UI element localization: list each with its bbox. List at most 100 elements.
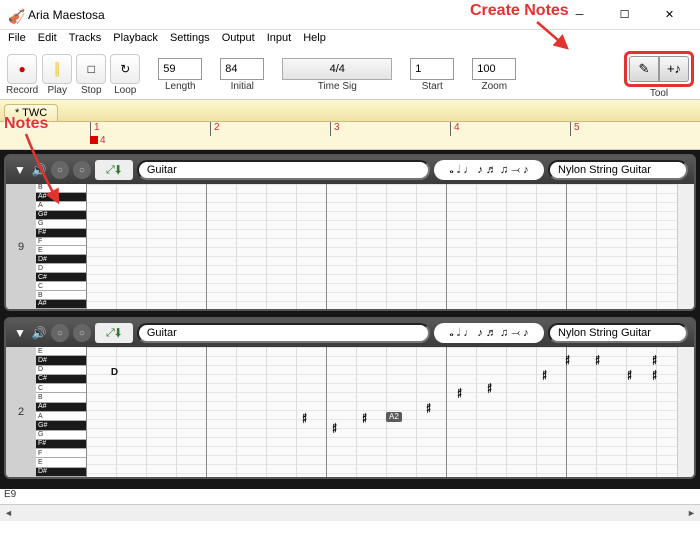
menu-edit[interactable]: Edit [38, 32, 57, 48]
vertical-scrollbar[interactable] [677, 184, 694, 309]
piano-key[interactable]: D [36, 366, 86, 375]
solo-button[interactable]: ○ [73, 161, 91, 179]
fit-button[interactable]: ⤢⬇ [95, 323, 133, 343]
piano-key[interactable]: D# [36, 356, 86, 365]
add-note-tool-button[interactable]: +♪ [659, 56, 689, 82]
note-event[interactable]: 𝄰 [456, 387, 463, 397]
note-event[interactable]: 𝄰 [626, 369, 633, 379]
piano-key[interactable]: B [36, 184, 86, 193]
loop-button[interactable]: ↻ [110, 54, 140, 84]
piano-key[interactable]: D# [36, 255, 86, 264]
note-event[interactable]: 𝄰 [425, 402, 432, 412]
note-duration-picker[interactable]: 𝅝 𝅗𝅥 ♩ ♪ ♬ ♫ ⤙ ♪ [434, 323, 544, 343]
scroll-left-icon[interactable]: ◄ [0, 505, 17, 522]
track-name-input[interactable] [137, 160, 430, 180]
scroll-right-icon[interactable]: ► [683, 505, 700, 522]
menu-playback[interactable]: Playback [113, 32, 158, 48]
record-label: Record [6, 85, 38, 96]
menu-input[interactable]: Input [267, 32, 291, 48]
maximize-button[interactable]: ☐ [602, 0, 647, 30]
note-event[interactable]: 𝄰 [486, 382, 493, 392]
note-event[interactable]: A2 [386, 412, 402, 422]
piano-roll-side: 9 B A# A G# G F# F E D# D C# C B A# [6, 184, 86, 309]
vertical-scrollbar[interactable] [677, 347, 694, 477]
horizontal-scrollbar[interactable]: ◄ ► [0, 504, 700, 521]
piano-key[interactable]: A# [36, 193, 86, 202]
piano-key[interactable]: C [36, 282, 86, 291]
timeline-ruler[interactable]: 1 2 3 4 5 4 [0, 122, 700, 150]
menubar: File Edit Tracks Playback Settings Outpu… [0, 30, 700, 50]
track-body: 9 B A# A G# G F# F E D# D C# C B A# [6, 184, 694, 309]
piano-keys[interactable]: B A# A G# G F# F E D# D C# C B A# [36, 184, 86, 309]
note-event[interactable]: D [111, 367, 118, 377]
octave-label: 2 [6, 347, 36, 477]
menu-help[interactable]: Help [303, 32, 326, 48]
piano-roll-side: 2 E D# D C# C B A# A G# G F# F E D# [6, 347, 86, 477]
piano-key[interactable]: G# [36, 211, 86, 220]
solo-button[interactable]: ○ [73, 324, 91, 342]
note-event[interactable]: 𝄰 [651, 369, 658, 379]
piano-key[interactable]: F [36, 449, 86, 458]
track-name-input[interactable] [137, 323, 430, 343]
piano-key[interactable]: A# [36, 403, 86, 412]
document-tab[interactable]: * TWC [4, 104, 58, 121]
piano-key[interactable]: G [36, 431, 86, 440]
zoom-input[interactable] [472, 58, 516, 80]
mute-button[interactable]: ○ [51, 324, 69, 342]
stop-button[interactable]: □ [76, 54, 106, 84]
note-grid[interactable] [86, 184, 677, 309]
collapse-icon[interactable]: ▼ [12, 326, 28, 340]
note-event[interactable]: 𝄰 [651, 354, 658, 364]
piano-key[interactable]: F# [36, 229, 86, 238]
close-button[interactable]: ✕ [647, 0, 692, 30]
piano-key[interactable]: D# [36, 468, 86, 477]
note-event[interactable]: 𝄰 [564, 354, 571, 364]
mute-button[interactable]: ○ [51, 161, 69, 179]
piano-key[interactable]: G [36, 220, 86, 229]
piano-key[interactable]: E [36, 458, 86, 467]
fit-button[interactable]: ⤢⬇ [95, 160, 133, 180]
piano-keys[interactable]: E D# D C# C B A# A G# G F# F E D# [36, 347, 86, 477]
speaker-icon[interactable]: 🔊 [32, 163, 47, 177]
piano-key[interactable]: E [36, 246, 86, 255]
piano-key[interactable]: C# [36, 273, 86, 282]
minimize-button[interactable]: ─ [557, 0, 602, 30]
piano-key[interactable]: B [36, 393, 86, 402]
instrument-select[interactable] [548, 323, 688, 343]
length-input[interactable] [158, 58, 202, 80]
piano-key[interactable]: E [36, 347, 86, 356]
menu-file[interactable]: File [8, 32, 26, 48]
menu-output[interactable]: Output [222, 32, 255, 48]
play-button[interactable]: ║ [42, 54, 72, 84]
note-grid[interactable]: D 𝄰 𝄰 𝄰 A2 𝄰 𝄰 𝄰 𝄰 𝄰 𝄰 𝄰 𝄰 𝄰 [86, 347, 677, 477]
zoom-label: Zoom [481, 81, 507, 92]
instrument-select[interactable] [548, 160, 688, 180]
initial-input[interactable] [220, 58, 264, 80]
timesig-button[interactable]: 4/4 [282, 58, 392, 80]
note-event[interactable]: 𝄰 [301, 412, 308, 422]
piano-key[interactable]: F [36, 238, 86, 247]
piano-key[interactable]: A [36, 412, 86, 421]
tool-label: Tool [650, 88, 668, 99]
note-event[interactable]: 𝄰 [541, 369, 548, 379]
pencil-tool-button[interactable]: ✎ [629, 56, 659, 82]
note-duration-picker[interactable]: 𝅝 𝅗𝅥 ♩ ♪ ♬ ♫ ⤙ ♪ [434, 160, 544, 180]
piano-key[interactable]: B [36, 291, 86, 300]
record-button[interactable]: ● [7, 54, 37, 84]
note-event[interactable]: 𝄰 [361, 412, 368, 422]
note-event[interactable]: 𝄰 [594, 354, 601, 364]
piano-key[interactable]: F# [36, 440, 86, 449]
piano-key[interactable]: C [36, 384, 86, 393]
menu-settings[interactable]: Settings [170, 32, 210, 48]
piano-key[interactable]: A# [36, 300, 86, 309]
menu-tracks[interactable]: Tracks [69, 32, 102, 48]
piano-key[interactable]: C# [36, 375, 86, 384]
piano-key[interactable]: D [36, 264, 86, 273]
note-event[interactable]: 𝄰 [331, 422, 338, 432]
speaker-icon[interactable]: 🔊 [32, 326, 47, 340]
start-input[interactable] [410, 58, 454, 80]
piano-key[interactable]: A [36, 202, 86, 211]
collapse-icon[interactable]: ▼ [12, 163, 28, 177]
piano-key[interactable]: G# [36, 421, 86, 430]
playhead-marker[interactable] [90, 136, 98, 144]
